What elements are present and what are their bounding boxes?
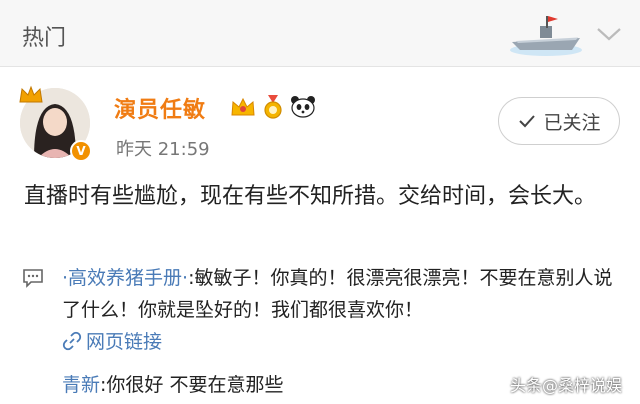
comment-item: ·高效养猪手册·:敏敏子！你真的！很漂亮很漂亮！不要在意别人说了什么！你就是坠好… bbox=[62, 262, 622, 326]
comment-user[interactable]: ·高效养猪手册· bbox=[62, 267, 188, 289]
panda-icon[interactable] bbox=[290, 94, 316, 118]
comment-user[interactable]: 青新 bbox=[62, 374, 100, 396]
chevron-down-icon[interactable] bbox=[596, 26, 622, 42]
web-link[interactable]: 网页链接 bbox=[62, 327, 162, 354]
post-timestamp: 昨天 21:59 bbox=[116, 139, 210, 160]
top-bar: 热门 bbox=[0, 0, 640, 67]
ship-icon[interactable] bbox=[506, 8, 586, 60]
web-link-label: 网页链接 bbox=[86, 331, 163, 353]
watermark: 头条@桑梓说娱 bbox=[510, 376, 623, 395]
vip-crown-icon[interactable] bbox=[230, 96, 256, 118]
follow-label: 已关注 bbox=[543, 111, 601, 134]
verified-badge: V bbox=[70, 140, 92, 162]
comment-icon[interactable] bbox=[22, 268, 44, 288]
page-title: 热门 bbox=[22, 26, 67, 51]
comment-text: :你很好 不要在意那些 bbox=[100, 374, 284, 396]
link-icon bbox=[62, 331, 82, 350]
crown-icon bbox=[19, 85, 43, 103]
comment-item: 青新:你很好 不要在意那些 bbox=[62, 370, 283, 397]
follow-button[interactable]: 已关注 bbox=[498, 97, 620, 145]
username[interactable]: 演员任敏 bbox=[114, 92, 206, 124]
avatar[interactable]: V bbox=[18, 84, 96, 162]
check-icon bbox=[519, 115, 536, 128]
medal-icon[interactable] bbox=[262, 95, 284, 119]
post-text: 直播时有些尴尬，现在有些不知所措。交给时间，会长大。 bbox=[24, 184, 597, 209]
